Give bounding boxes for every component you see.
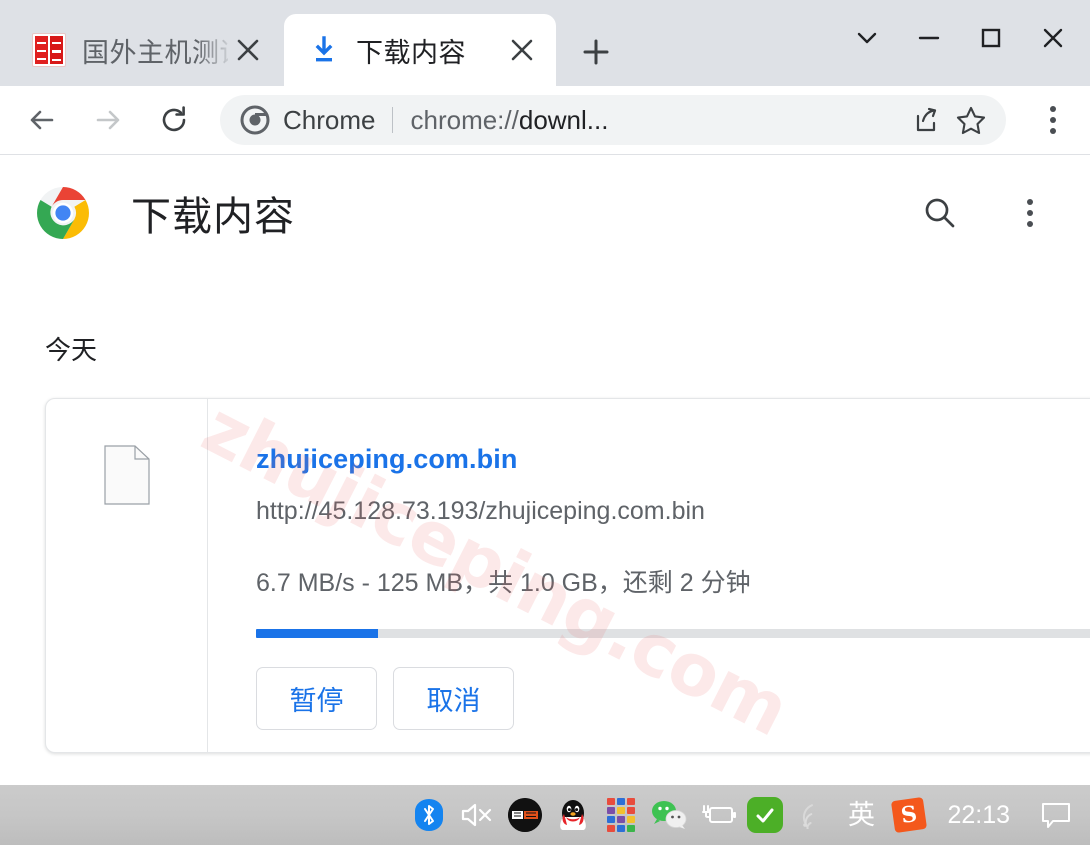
generic-file-icon [103,445,150,505]
maximize-icon[interactable] [960,10,1022,66]
security-check-icon[interactable] [741,792,789,838]
download-item-card: zhujiceping.com.bin http://45.128.73.193… [45,398,1090,753]
file-icon-column [46,399,208,752]
color-grid-icon[interactable] [597,792,645,838]
download-icon [308,34,340,66]
download-details: zhujiceping.com.bin http://45.128.73.193… [208,399,1090,752]
system-taskbar: 英 S 22:13 [0,785,1090,845]
volume-muted-icon[interactable] [453,792,501,838]
minimize-icon[interactable] [898,10,960,66]
browser-window: 国外主机测评 下载内容 [0,0,1090,845]
ime-label: 英 [847,799,875,830]
page-title: 下载内容 [131,194,295,239]
new-tab-button[interactable] [572,28,620,76]
three-dot-menu-icon [1027,198,1033,227]
close-icon[interactable] [502,30,542,70]
wifi-icon[interactable] [789,792,837,838]
tab-guowai-zhuji-ceping[interactable]: 国外主机测评 [10,14,282,86]
taskbar-clock[interactable]: 22:13 [947,801,1010,830]
downloads-header: 下载内容 [0,155,1090,270]
ime-icon[interactable]: 英 [837,792,885,838]
cancel-button[interactable]: 取消 [393,667,514,730]
omnibox-url: chrome://downl... [410,105,902,136]
battery-charging-icon[interactable] [693,792,741,838]
browser-menu-button[interactable] [1024,92,1082,148]
sogou-icon[interactable]: S [885,792,933,838]
download-filename-link[interactable]: zhujiceping.com.bin [256,444,1090,475]
browser-toolbar: Chrome chrome://downl... [0,86,1090,155]
tab-title: 下载内容 [356,37,466,68]
share-icon[interactable] [902,97,948,143]
forward-arrow-icon [80,92,136,148]
pause-button[interactable]: 暂停 [256,667,377,730]
omnibox-divider [392,107,394,133]
download-progress-fill [256,629,379,638]
zhujiceping-logo-icon[interactable] [501,792,549,838]
qq-icon[interactable] [549,792,597,838]
star-icon[interactable] [948,97,994,143]
omnibox-url-prefix: chrome:// [410,104,519,135]
chrome-shield-icon [240,105,270,135]
sogou-label: S [891,796,928,834]
omnibox-url-body: downl... [518,104,609,135]
wechat-icon[interactable] [645,792,693,838]
address-bar[interactable]: Chrome chrome://downl... [220,95,1006,145]
close-icon[interactable] [1022,10,1084,66]
bluetooth-icon[interactable] [405,792,453,838]
tab-strip: 国外主机测评 下载内容 [0,0,1090,86]
reload-icon[interactable] [146,92,202,148]
download-progress-bar [256,629,1090,638]
system-tray: 英 S 22:13 [405,792,1080,838]
search-icon[interactable] [912,185,968,241]
three-dot-menu-icon [1050,106,1056,134]
download-status-text: 6.7 MB/s - 125 MB，共 1.0 GB，还剩 2 分钟 [256,569,751,597]
back-arrow-icon[interactable] [14,92,70,148]
omnibox-chrome-label: Chrome [283,104,376,135]
section-label-today: 今天 [45,335,98,365]
chrome-logo [35,185,91,241]
notification-icon[interactable] [1032,792,1080,838]
tab-search-icon[interactable] [836,10,898,66]
downloads-page: 下载内容 今天 zhujiceping.com.bin http://45.12… [0,155,1090,785]
downloads-menu-button[interactable] [1002,185,1058,241]
close-icon[interactable] [228,30,268,70]
download-source-url: http://45.128.73.193/zhujiceping.com.bin [256,497,705,525]
tab-title: 国外主机测评 [82,37,228,68]
window-controls [836,8,1084,68]
tab-downloads[interactable]: 下载内容 [284,14,556,86]
stamp-favicon [32,33,66,67]
download-actions: 暂停 取消 [256,667,514,730]
